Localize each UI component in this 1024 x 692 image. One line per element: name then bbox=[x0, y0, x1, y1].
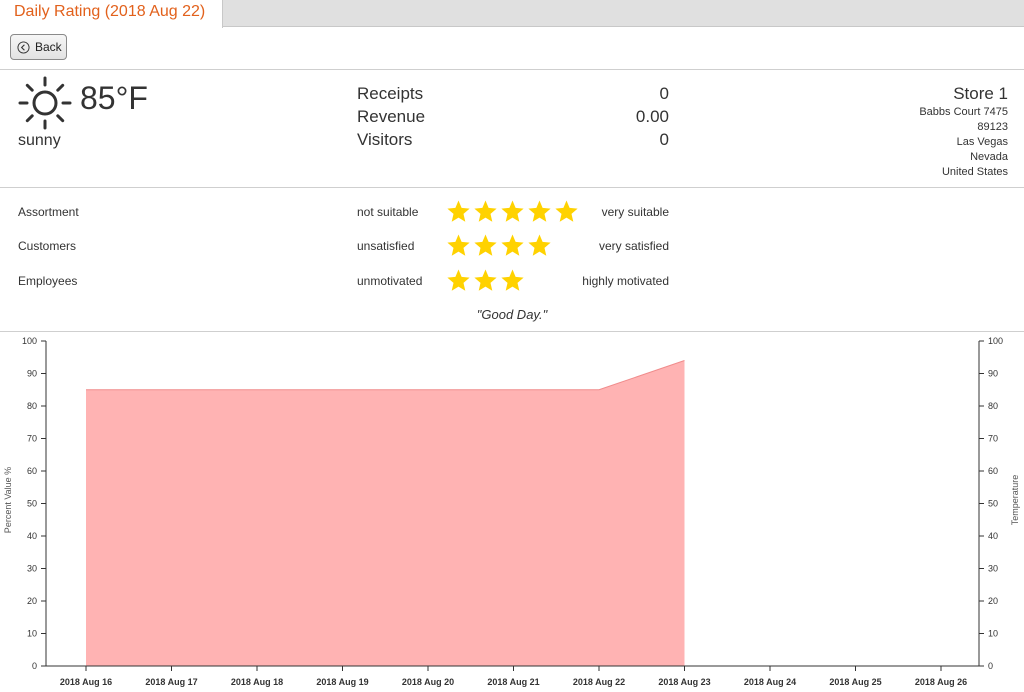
x-tick-label: 2018 Aug 20 bbox=[402, 677, 454, 687]
store-name: Store 1 bbox=[953, 84, 1008, 103]
y-tick-label-right: 100 bbox=[988, 336, 1003, 346]
day-comment: "Good Day." bbox=[476, 307, 548, 322]
y-tick-label-left: 60 bbox=[27, 466, 37, 476]
y-tick-label-left: 90 bbox=[27, 369, 37, 379]
series-line bbox=[86, 360, 685, 391]
store-address-street: Babbs Court 7475 bbox=[919, 106, 1008, 118]
rating-label-employees: Employees bbox=[18, 274, 78, 288]
store-address-zip: 89123 bbox=[977, 121, 1008, 133]
rating-high-customers: very satisfied bbox=[598, 239, 669, 253]
x-tick-label: 2018 Aug 22 bbox=[573, 677, 625, 687]
rating-high-employees: highly motivated bbox=[582, 274, 669, 288]
y-tick-label-right: 20 bbox=[988, 596, 998, 606]
star-icon bbox=[501, 200, 524, 222]
rating-label-assortment: Assortment bbox=[18, 205, 79, 219]
back-button[interactable]: Back bbox=[10, 34, 67, 60]
revenue-value: 0.00 bbox=[635, 107, 669, 126]
y-tick-label-right: 70 bbox=[988, 434, 998, 444]
tab-daily-rating[interactable]: Daily Rating (2018 Aug 22) bbox=[0, 0, 223, 28]
star-icon bbox=[555, 200, 578, 222]
rating-low-employees: unmotivated bbox=[357, 274, 423, 288]
series-area bbox=[86, 360, 685, 666]
star-icon bbox=[501, 269, 524, 291]
rating-stars-assortment bbox=[446, 199, 579, 224]
star-icon bbox=[474, 269, 497, 291]
star-icon bbox=[528, 200, 551, 222]
x-tick-label: 2018 Aug 24 bbox=[744, 677, 796, 687]
star-icon bbox=[447, 269, 470, 291]
x-tick-label: 2018 Aug 25 bbox=[829, 677, 881, 687]
y-tick-label-right: 30 bbox=[988, 564, 998, 574]
y-axis-label-right: Temperature bbox=[1010, 475, 1020, 526]
x-tick-label: 2018 Aug 17 bbox=[145, 677, 197, 687]
y-tick-label-right: 60 bbox=[988, 466, 998, 476]
receipts-value: 0 bbox=[659, 84, 669, 103]
y-tick-label-left: 80 bbox=[27, 401, 37, 411]
y-tick-label-left: 50 bbox=[27, 499, 37, 509]
y-tick-label-right: 40 bbox=[988, 531, 998, 541]
receipts-label: Receipts bbox=[357, 84, 424, 103]
y-tick-label-right: 10 bbox=[988, 629, 998, 639]
divider bbox=[0, 187, 1024, 188]
store-address-city: Las Vegas bbox=[956, 136, 1008, 148]
chevron-left-circle-icon bbox=[17, 40, 30, 54]
x-tick-label: 2018 Aug 18 bbox=[231, 677, 283, 687]
visitors-label: Visitors bbox=[357, 130, 413, 149]
x-tick-label: 2018 Aug 21 bbox=[487, 677, 539, 687]
x-tick-label: 2018 Aug 26 bbox=[915, 677, 967, 687]
back-button-label: Back bbox=[35, 40, 62, 54]
y-tick-label-right: 0 bbox=[988, 661, 993, 671]
rating-high-assortment: very suitable bbox=[601, 205, 669, 219]
temperature: 85°F bbox=[80, 80, 148, 116]
sun-icon bbox=[18, 76, 72, 130]
divider bbox=[0, 69, 1024, 70]
star-icon bbox=[474, 200, 497, 222]
y-tick-label-left: 10 bbox=[27, 629, 37, 639]
x-tick-label: 2018 Aug 23 bbox=[658, 677, 710, 687]
weather-condition: sunny bbox=[18, 132, 61, 149]
store-address-state: Nevada bbox=[970, 151, 1008, 163]
revenue-label: Revenue bbox=[357, 107, 426, 126]
y-tick-label-left: 30 bbox=[27, 564, 37, 574]
y-tick-label-left: 70 bbox=[27, 434, 37, 444]
x-tick-label: 2018 Aug 19 bbox=[316, 677, 368, 687]
y-tick-label-right: 80 bbox=[988, 401, 998, 411]
y-tick-label-right: 50 bbox=[988, 499, 998, 509]
y-tick-label-left: 20 bbox=[27, 596, 37, 606]
rating-label-customers: Customers bbox=[18, 239, 77, 253]
rating-stars-employees bbox=[446, 268, 525, 293]
rating-stars-customers bbox=[446, 233, 552, 258]
y-tick-label-right: 90 bbox=[988, 369, 998, 379]
star-icon bbox=[474, 234, 497, 256]
tab-title: Daily Rating (2018 Aug 22) bbox=[14, 3, 206, 20]
y-tick-label-left: 40 bbox=[27, 531, 37, 541]
x-tick-label: 2018 Aug 16 bbox=[60, 677, 112, 687]
y-tick-label-left: 0 bbox=[32, 661, 37, 671]
visitors-value: 0 bbox=[659, 130, 669, 149]
star-icon bbox=[528, 234, 551, 256]
store-address-country: United States bbox=[941, 166, 1008, 178]
y-axis-label-left: Percent Value % bbox=[3, 467, 13, 533]
y-tick-label-left: 100 bbox=[22, 336, 37, 346]
star-icon bbox=[447, 234, 470, 256]
rating-chart: 0 0 10 10 20 20 30 30 40 40 50 50 60 60 70 70 80 80 90 90 10… bbox=[3, 336, 1020, 687]
star-icon bbox=[447, 200, 470, 222]
star-icon bbox=[501, 234, 524, 256]
rating-low-assortment: not suitable bbox=[357, 205, 419, 219]
rating-low-customers: unsatisfied bbox=[357, 239, 415, 253]
